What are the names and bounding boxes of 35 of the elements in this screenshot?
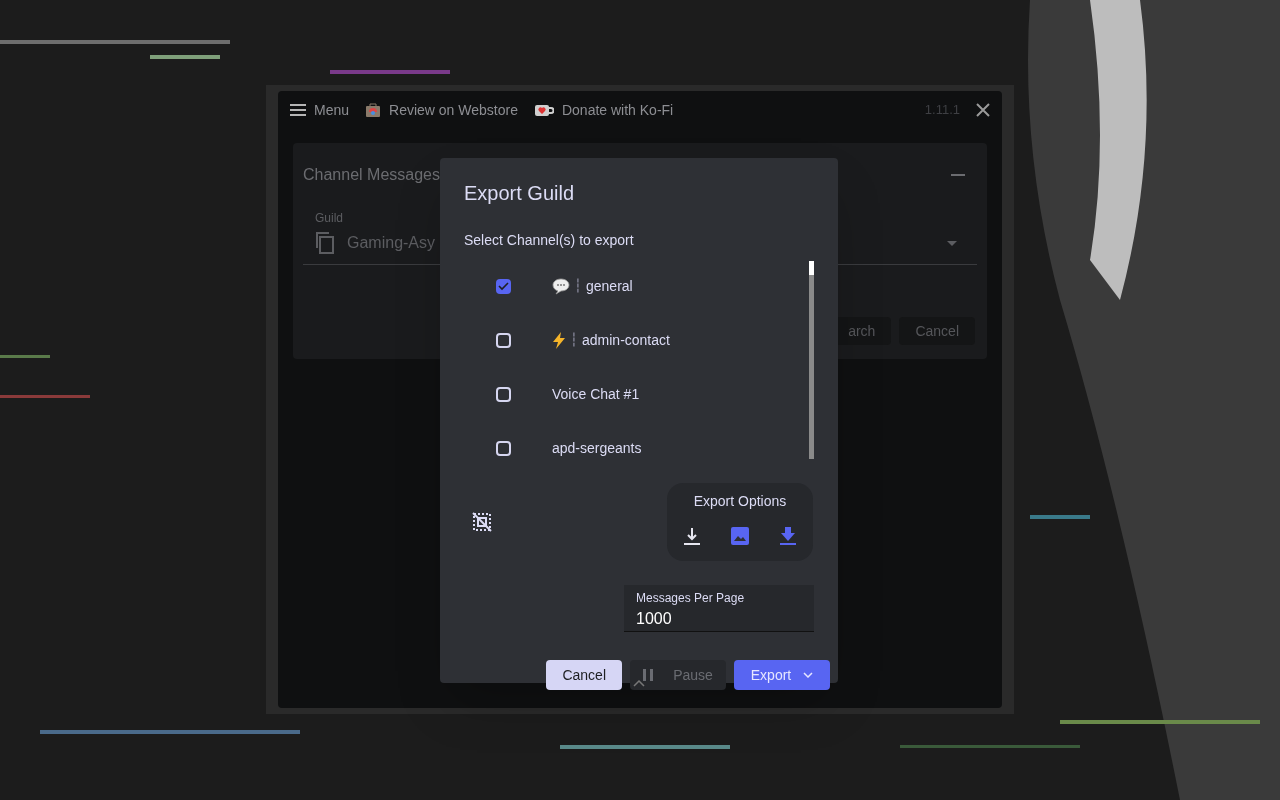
dropdown-caret-icon	[947, 240, 957, 246]
deselect-icon[interactable]	[472, 512, 492, 532]
channel-name: general	[586, 276, 633, 296]
dialog-subtitle: Select Channel(s) to export	[464, 231, 635, 250]
checkbox[interactable]	[496, 386, 511, 402]
image-icon	[731, 527, 749, 545]
speech-bubble-icon	[552, 277, 570, 295]
download-icon	[683, 527, 701, 545]
download-icon	[780, 527, 796, 545]
lightning-icon	[552, 331, 566, 349]
separator: ┆	[570, 331, 578, 350]
toolbar-button[interactable]: Menu	[290, 99, 350, 121]
checkbox[interactable]	[496, 278, 511, 294]
toolbar-button[interactable]: Donate with Ko-Fi	[533, 99, 674, 121]
separator: ┆	[574, 277, 582, 296]
cancel-button[interactable]: Cancel	[546, 660, 622, 690]
dialog-title: Export Guild	[464, 181, 576, 206]
panel-title: Channel Messages	[303, 165, 440, 185]
cup-icon	[533, 102, 554, 118]
channel-name: Voice Chat #1	[552, 384, 640, 404]
pause-icon	[643, 669, 654, 681]
close-icon[interactable]	[976, 103, 990, 117]
channel-name: apd-sergeants	[552, 438, 642, 458]
toolbar-button[interactable]: Review on Webstore	[365, 99, 518, 121]
copy-icon	[315, 232, 335, 254]
export-options-title: Export Options	[693, 492, 787, 511]
chevron-up-icon[interactable]	[633, 680, 645, 687]
channel-name: admin-contact	[582, 330, 670, 350]
checkbox[interactable]	[496, 332, 511, 348]
export-button[interactable]: Export	[734, 660, 830, 690]
checkbox[interactable]	[496, 440, 511, 456]
messages-per-page-field[interactable]: Messages Per Page 1000	[624, 585, 814, 632]
chevron-down-icon	[803, 672, 814, 678]
menu-icon	[290, 104, 306, 116]
store-icon	[365, 102, 382, 118]
